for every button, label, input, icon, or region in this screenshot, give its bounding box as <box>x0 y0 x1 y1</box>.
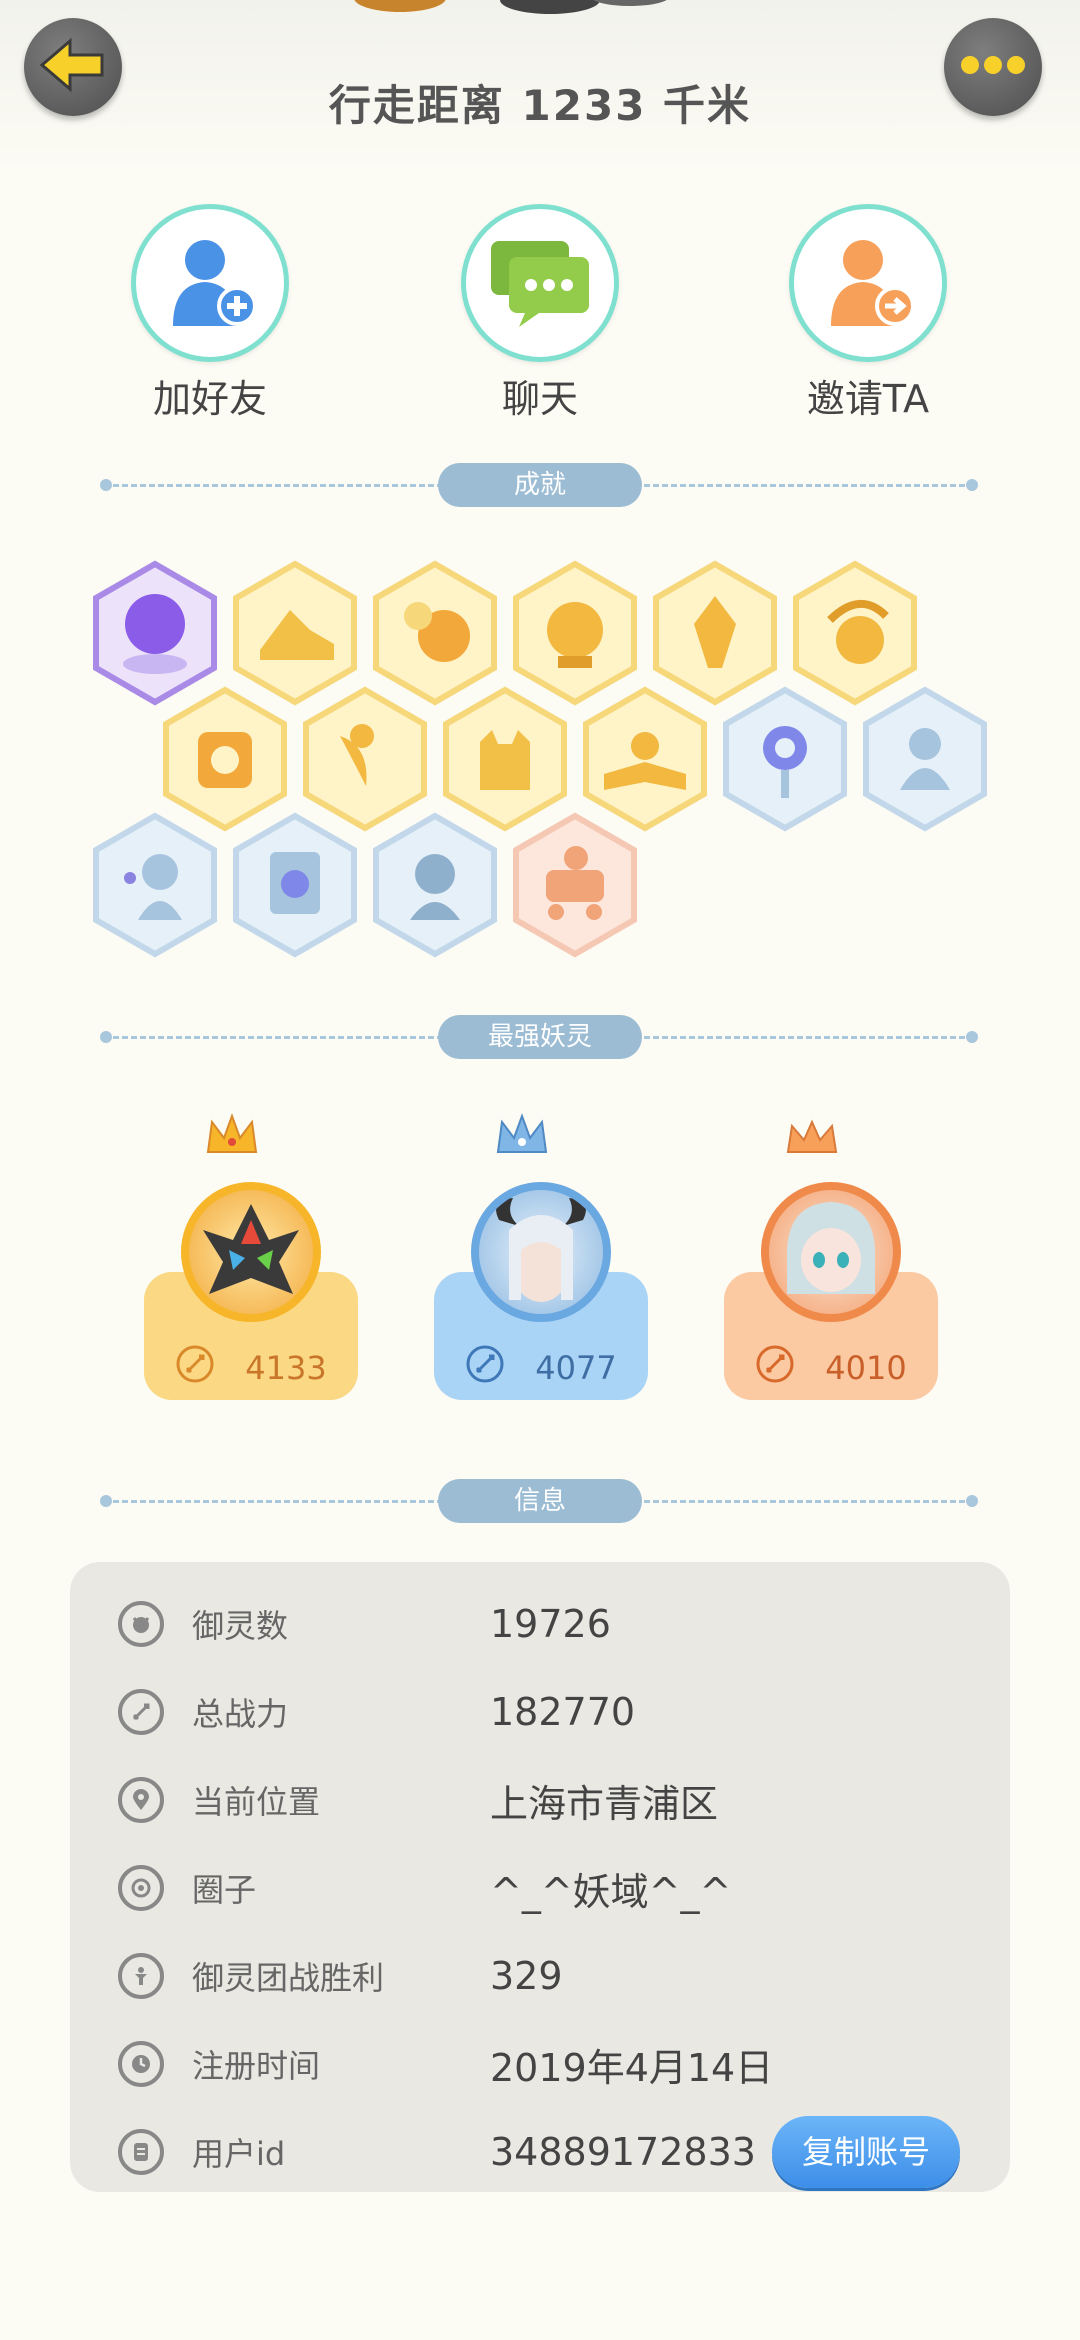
crown-icon <box>204 1112 260 1156</box>
info-row-total-power: 总战力 182770 <box>70 1668 1010 1756</box>
achievement-badge-yinyang[interactable] <box>790 560 920 706</box>
invite-user-icon <box>813 226 923 340</box>
spirit-portrait <box>181 1182 321 1322</box>
add-friend-label: 加好友 <box>152 377 267 421</box>
achievement-badge-blue-monster[interactable] <box>370 812 500 958</box>
spirit-power-row: 4133 <box>144 1344 358 1392</box>
info-row-team-wins: 御灵团战胜利 329 <box>70 1932 1010 2020</box>
spirit-power-row: 4010 <box>724 1344 938 1392</box>
info-key: 总战力 <box>192 1695 289 1733</box>
character-sprites <box>330 0 750 30</box>
spirit-power-row: 4077 <box>434 1344 648 1392</box>
chat-button[interactable]: 聊天 <box>440 204 640 423</box>
spirit-power-value: 4133 <box>245 1349 327 1387</box>
info-key: 圈子 <box>192 1871 257 1909</box>
info-panel: 御灵数 19726 总战力 182770 当前位置 上海市青浦区 圈子 ^_^妖… <box>70 1562 1010 2192</box>
achievement-badge-sun-moon[interactable] <box>370 560 500 706</box>
chat-bubble-icon <box>485 231 595 335</box>
add-friend-ring <box>131 204 289 362</box>
achievement-badge-blue-spirit[interactable] <box>860 686 990 832</box>
achievement-badge-fish[interactable] <box>300 686 430 832</box>
sword-icon <box>175 1344 215 1392</box>
add-user-icon <box>155 226 265 340</box>
circle-target-icon <box>118 1865 164 1911</box>
more-dots-icon <box>958 50 1028 84</box>
info-row-circle: 圈子 ^_^妖域^_^ <box>70 1844 1010 1932</box>
info-value: 2019年4月14日 <box>490 2045 774 2090</box>
achievement-badge-blue-cat[interactable] <box>90 812 220 958</box>
chat-ring <box>461 204 619 362</box>
achievement-badge-purple[interactable] <box>90 560 220 706</box>
info-key: 当前位置 <box>192 1783 321 1821</box>
info-value: 19726 <box>490 1602 611 1646</box>
chat-label: 聊天 <box>501 377 578 421</box>
top-spirit-1[interactable]: 4133 <box>144 1112 358 1412</box>
info-key: 御灵团战胜利 <box>192 1959 385 1997</box>
trophy-icon <box>118 1953 164 1999</box>
clock-icon <box>118 2041 164 2087</box>
top-spirits-divider: 最强妖灵 <box>100 1015 978 1059</box>
top-spirits-section-title: 最强妖灵 <box>438 1015 642 1059</box>
achievement-badge-taiji[interactable] <box>160 686 290 832</box>
id-card-icon <box>118 2129 164 2175</box>
crown-icon <box>784 1112 840 1156</box>
top-spirit-3[interactable]: 4010 <box>724 1112 938 1412</box>
info-key: 注册时间 <box>192 2047 321 2085</box>
achievement-badge-shoe[interactable] <box>230 560 360 706</box>
info-section-title: 信息 <box>438 1479 642 1523</box>
spirit-count-icon <box>118 1601 164 1647</box>
achievements-section-title: 成就 <box>438 463 642 507</box>
info-row-spirit-count: 御灵数 19726 <box>70 1580 1010 1668</box>
crown-icon <box>494 1112 550 1156</box>
more-button[interactable] <box>944 18 1042 116</box>
sword-icon <box>465 1344 505 1392</box>
copy-account-button[interactable]: 复制账号 <box>772 2116 960 2188</box>
sword-icon <box>755 1344 795 1392</box>
achievement-badge-cat[interactable] <box>440 686 570 832</box>
achievement-badge-blue-scroll[interactable] <box>230 812 360 958</box>
info-row-user-id: 用户id 34889172833 复制账号 <box>70 2108 1010 2196</box>
spirit-power-value: 4077 <box>535 1349 617 1387</box>
info-row-register-date: 注册时间 2019年4月14日 <box>70 2020 1010 2108</box>
sword-icon <box>118 1689 164 1735</box>
info-value: 182770 <box>490 1690 636 1734</box>
location-pin-icon <box>118 1777 164 1823</box>
achievements-divider: 成就 <box>100 463 978 507</box>
page-title: 行走距离 1233 千米 <box>328 81 752 130</box>
achievement-badge-blue-target[interactable] <box>720 686 850 832</box>
info-key: 御灵数 <box>192 1607 289 1645</box>
spirit-power-value: 4010 <box>825 1349 907 1387</box>
achievement-badge-stroller[interactable] <box>510 812 640 958</box>
achievement-badge-crystal[interactable] <box>650 560 780 706</box>
info-value: 34889172833 <box>490 2130 756 2174</box>
info-value: 329 <box>490 1954 563 1998</box>
achievement-badge-book[interactable] <box>580 686 710 832</box>
add-friend-button[interactable]: 加好友 <box>110 204 310 423</box>
info-value: 上海市青浦区 <box>490 1781 719 1826</box>
invite-button[interactable]: 邀请TA <box>768 204 968 423</box>
spirit-portrait <box>471 1182 611 1322</box>
info-value: ^_^妖域^_^ <box>490 1869 732 1914</box>
achievement-grid <box>0 560 1080 980</box>
invite-ring <box>789 204 947 362</box>
spirit-portrait <box>761 1182 901 1322</box>
top-spirit-2[interactable]: 4077 <box>434 1112 648 1412</box>
info-key: 用户id <box>192 2135 286 2173</box>
achievement-badge-orb[interactable] <box>510 560 640 706</box>
info-divider: 信息 <box>100 1479 978 1523</box>
invite-label: 邀请TA <box>806 377 930 421</box>
info-row-location: 当前位置 上海市青浦区 <box>70 1756 1010 1844</box>
